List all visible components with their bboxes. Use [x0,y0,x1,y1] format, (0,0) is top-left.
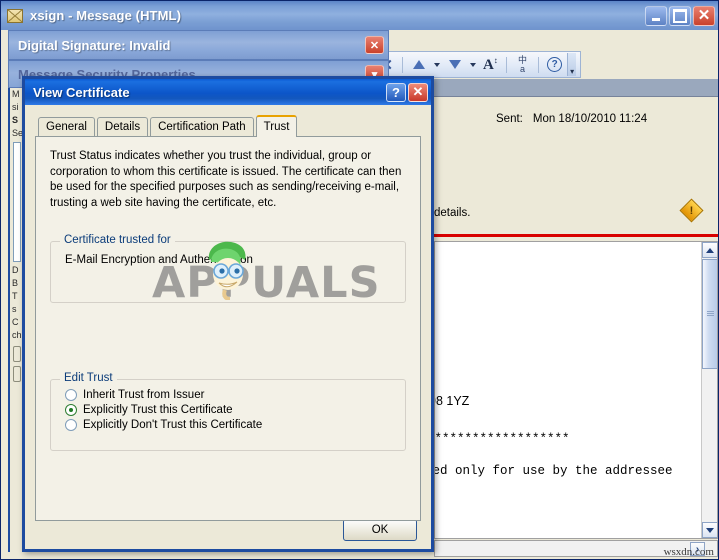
edit-trust-legend: Edit Trust [60,372,117,384]
trust-tab-panel: Trust Status indicates whether you trust… [35,136,421,521]
vertical-scrollbar[interactable] [701,242,717,538]
previous-dropdown-icon[interactable] [431,54,442,75]
maximize-button[interactable] [669,5,691,26]
scroll-down-button[interactable] [702,522,717,538]
message-header-band [434,79,718,97]
sliver-line: ch [12,330,22,340]
next-dropdown-icon[interactable] [467,54,478,75]
outlook-toolbar: ✕ A↕ 中a ? ▾ [371,51,581,78]
body-line-2: ******************* [434,432,570,446]
radio-label: Inherit Trust from Issuer [83,389,205,401]
toolbar-separator-3 [538,56,540,73]
certificate-trusted-for-group: Certificate trusted for E-Mail Encryptio… [50,234,406,303]
sliver-button-2[interactable] [13,366,21,382]
help-icon[interactable]: ? [544,54,565,75]
body-line-3: ded only for use by the addressee [434,464,673,478]
toolbar-separator-2 [505,56,507,73]
toolbar-separator [402,56,404,73]
window-controls: ✕ [645,5,715,26]
translate-icon[interactable]: 中a [512,54,533,75]
previous-item-icon[interactable] [408,54,429,75]
radio-inherit-trust-from-issuer[interactable]: Inherit Trust from Issuer [65,389,405,401]
digital-signature-window: Digital Signature: Invalid ✕ [8,30,389,60]
body-line-1: 98 1YZ [435,394,470,408]
certificate-tabs: General Details Certification Path Trust [35,115,421,137]
ok-button[interactable]: OK [343,519,417,541]
sliver-line: M [12,89,20,99]
certificate-close-button[interactable]: ✕ [408,82,428,102]
certificate-dialog-titlebar: View Certificate ? ✕ [25,79,431,105]
toolbar-overflow-icon[interactable]: ▾ [567,53,577,76]
radio-explicitly-trust-this-certificate[interactable]: Explicitly Trust this Certificate [65,404,405,416]
message-body-pane[interactable]: 98 1YZ ******************* ded only for … [434,241,718,539]
certificate-trusted-for-content: E-Mail Encryption and Authentication [51,242,405,278]
scrollbar-thumb[interactable] [702,259,717,369]
next-item-icon[interactable] [444,54,465,75]
outlook-titlebar: xsign - Message (HTML) ✕ [1,1,718,30]
sliver-listbox[interactable] [13,142,21,262]
tab-general[interactable]: General [38,117,95,136]
sliver-line: D [12,265,19,275]
scroll-up-button[interactable] [702,242,717,258]
radio-button-icon[interactable] [65,389,77,401]
red-divider [434,234,718,237]
digital-signature-close-button[interactable]: ✕ [365,36,384,54]
trust-intro-text: Trust Status indicates whether you trust… [50,150,402,209]
source-watermark: wsxdn.com [663,546,714,558]
edit-trust-content: Inherit Trust from Issuer Explicitly Tru… [51,380,405,431]
sent-line: Sent: Mon 18/10/2010 11:24 [496,113,647,125]
radio-label: Explicitly Trust this Certificate [83,404,233,416]
warning-diamond-icon[interactable]: ! [679,198,704,223]
close-button[interactable]: ✕ [693,5,715,26]
window-title: xsign - Message (HTML) [30,8,181,23]
sliver-line: C [12,317,19,327]
sent-label: Sent: [496,113,523,125]
certificate-trusted-for-legend: Certificate trusted for [60,234,175,246]
certificate-dialog-title: View Certificate [33,84,130,100]
edit-trust-group: Edit Trust Inherit Trust from Issuer Exp… [50,372,406,451]
certificate-trusted-for-value: E-Mail Encryption and Authentication [65,254,253,266]
message-header-pane: Sent: Mon 18/10/2010 11:24 details. ! [434,97,718,232]
font-size-icon[interactable]: A↕ [480,54,501,75]
tab-certification-path[interactable]: Certification Path [150,117,254,136]
radio-label: Explicitly Don't Trust this Certificate [83,419,263,431]
screen: xsign - Message (HTML) ✕ ✕ A↕ 中a ? ▾ [0,0,719,560]
dialog-button-row: OK [25,519,431,541]
sliver-line: B [12,278,19,288]
minimize-button[interactable] [645,5,667,26]
sliver-button-1[interactable] [13,346,21,362]
help-button[interactable]: ? [386,82,406,102]
radio-explicitly-dont-trust-this-certificate[interactable]: Explicitly Don't Trust this Certificate [65,419,405,431]
sliver-line: s [12,304,17,314]
digital-signature-title: Digital Signature: Invalid [18,37,171,53]
view-certificate-dialog: View Certificate ? ✕ General Details Cer… [22,76,434,552]
sliver-line: T [12,291,18,301]
certificate-dialog-body: General Details Certification Path Trust… [25,105,431,549]
details-text: details. [434,207,471,219]
sent-value: Mon 18/10/2010 11:24 [532,113,648,125]
radio-button-icon-selected[interactable] [65,404,77,416]
radio-button-icon[interactable] [65,419,77,431]
tab-details[interactable]: Details [96,117,149,136]
background-dialog-sliver: M si S Se D B T s C ch [8,88,22,552]
sliver-line: S [12,115,19,125]
envelope-icon [7,8,23,23]
sliver-line: si [12,102,19,112]
sliver-line: Se [12,128,22,138]
tab-trust[interactable]: Trust [255,115,298,137]
